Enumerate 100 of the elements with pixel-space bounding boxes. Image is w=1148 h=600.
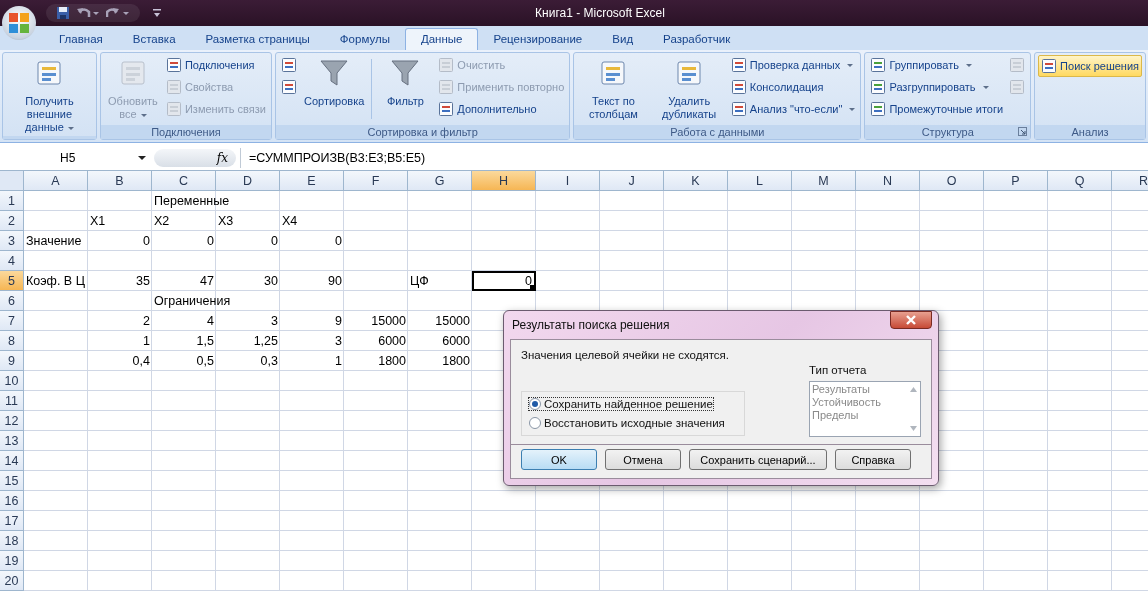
row-header[interactable]: 13 — [0, 431, 24, 451]
dialog-title: Результаты поиска решения — [512, 318, 670, 332]
ribbon-button[interactable]: Промежуточные итоги — [868, 99, 1006, 119]
row-header[interactable]: 1 — [0, 191, 24, 211]
row-header[interactable]: 10 — [0, 371, 24, 391]
cell-value: Значение — [25, 234, 82, 248]
dialog-button[interactable]: Отмена — [605, 449, 681, 470]
ribbon-button[interactable]: Анализ "что-если" — [728, 99, 858, 119]
office-button[interactable] — [2, 6, 36, 40]
ribbon-button[interactable]: Сортировка — [301, 55, 368, 108]
ribbon-tab[interactable]: Разработчик — [648, 29, 746, 50]
cell-value: 1800 — [378, 354, 407, 368]
dialog-button[interactable]: Сохранить сценарий... — [689, 449, 827, 470]
column-header[interactable]: Q — [1048, 171, 1112, 191]
row-header[interactable]: 7 — [0, 311, 24, 331]
row-header[interactable]: 2 — [0, 211, 24, 231]
customize-icon[interactable] — [152, 8, 162, 18]
cell-value: Ограничения — [153, 294, 231, 308]
row-header[interactable]: 11 — [0, 391, 24, 411]
ribbon-tab[interactable]: Вставка — [117, 29, 191, 50]
undo-icon[interactable] — [76, 6, 100, 20]
dialog-button[interactable]: OK — [521, 449, 597, 470]
radio-option[interactable]: Восстановить исходные значения — [528, 416, 726, 430]
row-header[interactable]: 4 — [0, 251, 24, 271]
cell-value: 15000 — [435, 314, 471, 328]
cell-value: ЦФ — [409, 274, 429, 288]
row-header[interactable]: 8 — [0, 331, 24, 351]
cell-value: 0 — [335, 234, 343, 248]
column-header[interactable]: H — [472, 171, 536, 191]
ribbon-button[interactable]: Разгруппировать — [868, 77, 1006, 97]
column-header[interactable]: K — [664, 171, 728, 191]
ribbon-button[interactable]: Удалить дубликаты — [651, 55, 727, 121]
row-header[interactable]: 16 — [0, 491, 24, 511]
column-header[interactable]: N — [856, 171, 920, 191]
ribbon-button[interactable]: Дополнительно — [436, 99, 567, 119]
cell-value: 0 — [143, 234, 151, 248]
cell-value: 6000 — [378, 334, 407, 348]
column-header[interactable]: C — [152, 171, 216, 191]
ribbon-button[interactable]: Группировать — [868, 55, 1006, 75]
cell-value: 0 — [271, 234, 279, 248]
column-header[interactable]: B — [88, 171, 152, 191]
row-header[interactable]: 9 — [0, 351, 24, 371]
column-header[interactable]: P — [984, 171, 1048, 191]
active-cell-frame[interactable]: 0 — [472, 271, 536, 291]
ribbon-tab[interactable]: Данные — [404, 28, 479, 50]
document-icon — [281, 57, 297, 73]
row-header[interactable]: 12 — [0, 411, 24, 431]
column-header[interactable]: G — [408, 171, 472, 191]
column-header[interactable]: J — [600, 171, 664, 191]
row-header[interactable]: 3 — [0, 231, 24, 251]
dialog-launcher-icon[interactable] — [1018, 127, 1028, 136]
funnel-icon — [318, 57, 351, 89]
document-icon — [438, 79, 455, 95]
row-header[interactable]: 5 — [0, 271, 24, 291]
redo-icon[interactable] — [106, 6, 130, 20]
ribbon-tab[interactable]: Рецензирование — [478, 29, 598, 50]
column-header[interactable]: R — [1112, 171, 1148, 191]
cell-value: 15000 — [371, 314, 407, 328]
column-header[interactable]: L — [728, 171, 792, 191]
ribbon-button[interactable] — [279, 55, 299, 75]
row-header[interactable]: 14 — [0, 451, 24, 471]
insert-function-button[interactable]: fx — [216, 151, 228, 165]
ribbon-button[interactable]: Фильтр — [376, 55, 435, 108]
ribbon-button[interactable]: Проверка данных — [728, 55, 858, 75]
ribbon-button[interactable]: Консолидация — [728, 77, 858, 97]
row-header[interactable]: 19 — [0, 551, 24, 571]
ribbon-button[interactable]: Текст по столбцам — [577, 55, 650, 121]
ribbon-button[interactable] — [279, 77, 299, 97]
close-button[interactable] — [890, 311, 932, 329]
ribbon-button[interactable]: Получить внешние данные — [6, 55, 93, 134]
row-header[interactable]: 20 — [0, 571, 24, 591]
row-header[interactable]: 18 — [0, 531, 24, 551]
column-header[interactable]: O — [920, 171, 984, 191]
row-header[interactable]: 6 — [0, 291, 24, 311]
formula-field[interactable]: =СУММПРОИЗВ(B3:E3;B5:E5) — [240, 148, 1148, 168]
radio-option[interactable]: Сохранить найденное решение — [528, 397, 714, 411]
cell-value: 4 — [207, 314, 215, 328]
document-icon — [1009, 57, 1026, 73]
ribbon-tab[interactable]: Главная — [44, 29, 118, 50]
row-header[interactable]: 17 — [0, 511, 24, 531]
row-header[interactable]: 15 — [0, 471, 24, 491]
column-header[interactable]: E — [280, 171, 344, 191]
column-header[interactable]: A — [24, 171, 88, 191]
ribbon-button[interactable]: Поиск решения — [1038, 55, 1142, 77]
ribbon-tab[interactable]: Формулы — [324, 29, 405, 50]
ribbon-button[interactable]: Подключения — [163, 55, 268, 75]
close-icon — [905, 315, 917, 325]
cell-value: 90 — [328, 274, 343, 288]
column-header[interactable]: F — [344, 171, 408, 191]
column-header[interactable]: M — [792, 171, 856, 191]
save-icon[interactable] — [56, 6, 70, 20]
name-box[interactable]: H5 — [60, 151, 76, 165]
dialog-button[interactable]: Справка — [835, 449, 911, 470]
column-header[interactable]: D — [216, 171, 280, 191]
group-label: Анализ — [1071, 126, 1109, 138]
group-label: Структура — [921, 126, 974, 138]
caret-icon[interactable] — [138, 156, 146, 160]
column-header[interactable]: I — [536, 171, 600, 191]
ribbon-tab[interactable]: Разметка страницы — [190, 29, 325, 50]
ribbon-tab[interactable]: Вид — [597, 29, 649, 50]
